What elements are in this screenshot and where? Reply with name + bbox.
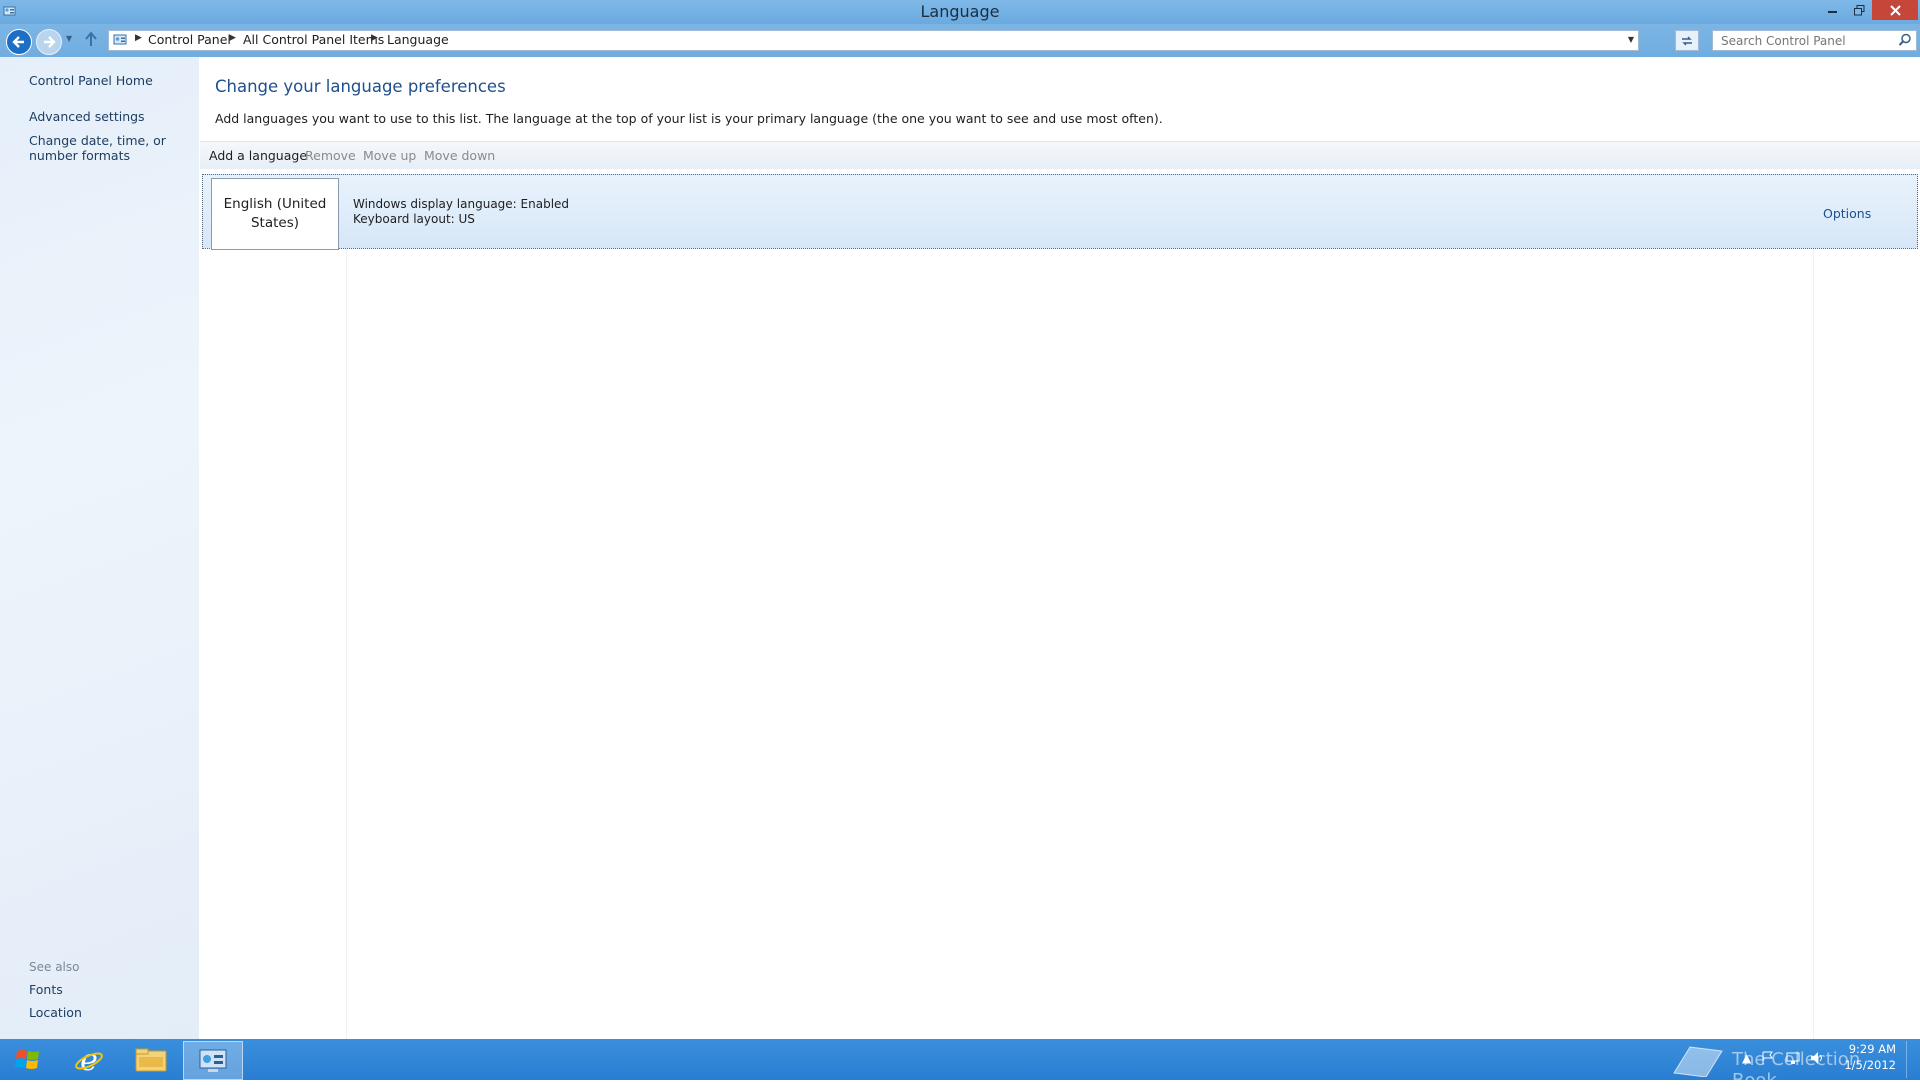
sidebar-item-control-panel-home[interactable]: Control Panel Home [29,73,153,88]
system-clock[interactable]: 9:29 AM 1/5/2012 [1826,1041,1896,1073]
breadcrumb-arrow-icon[interactable]: ▶ [371,33,378,43]
refresh-icon [1682,36,1692,45]
window-title: Language [920,2,1000,21]
sidebar-item-location[interactable]: Location [29,1005,82,1020]
language-name: English (United States) [223,196,327,231]
forward-button[interactable] [36,29,62,55]
book-icon [1673,1046,1723,1077]
show-desktop-button[interactable] [1906,1041,1919,1078]
network-icon[interactable] [1786,1051,1800,1065]
search-icon[interactable] [1898,33,1912,47]
refresh-button[interactable] [1675,30,1699,51]
language-toolbar: Add a language Remove Move up Move down [200,141,1920,169]
control-panel-icon [199,1049,227,1072]
back-arrow-icon [12,36,24,48]
breadcrumb-control-panel[interactable]: Control Panel [148,32,231,47]
chevron-down-icon[interactable]: ▼ [1628,35,1634,44]
breadcrumb-language[interactable]: Language [387,32,449,47]
taskbar-control-panel[interactable] [183,1041,243,1080]
remove-button[interactable]: Remove [305,148,356,163]
page-title: Change your language preferences [215,77,506,96]
taskbar-internet-explorer[interactable]: e [60,1041,118,1078]
search-box[interactable] [1712,30,1917,51]
up-arrow-icon [85,31,97,46]
language-tile[interactable]: English (United States) [211,178,339,250]
taskbar: e The Collection Book ▲ 9:29 AM 1/5/2012 [0,1039,1920,1091]
title-bar: Language [0,0,1920,24]
keyboard-layout: Keyboard layout: US [353,212,475,226]
move-up-button[interactable]: Move up [363,148,416,163]
svg-text:e: e [80,1045,98,1075]
column-divider [346,247,347,1039]
close-icon [1889,4,1901,16]
taskbar-file-explorer[interactable] [122,1041,180,1078]
navigation-bar: ▼ ▶ Control Panel ▶ All Control Panel It… [0,24,1920,57]
clock-date: 1/5/2012 [1844,1058,1896,1072]
minimize-button[interactable] [1820,0,1846,20]
control-panel-icon [113,34,127,45]
page-description: Add languages you want to use to this li… [215,111,1163,126]
back-button[interactable] [6,29,32,55]
see-also-heading: See also [29,960,80,974]
options-link[interactable]: Options [1823,206,1871,221]
volume-icon[interactable] [1810,1051,1824,1065]
move-down-button[interactable]: Move down [424,148,495,163]
display-language-status: Windows display language: Enabled [353,197,570,211]
sidebar-item-change-date-time-formats[interactable]: Change date, time, or number formats [29,133,194,163]
restore-icon [1853,4,1864,15]
sidebar-item-advanced-settings[interactable]: Advanced settings [29,109,145,124]
internet-explorer-icon: e [75,1045,103,1075]
main-content: Change your language preferences Add lan… [200,57,1920,1039]
add-language-button[interactable]: Add a language [209,148,307,163]
recent-locations-dropdown[interactable]: ▼ [66,34,72,43]
minimize-icon [1828,11,1837,13]
up-button[interactable] [84,31,98,51]
windows-logo-icon [15,1050,39,1069]
close-button[interactable] [1872,0,1918,20]
breadcrumb-arrow-icon[interactable]: ▶ [229,33,236,43]
sidebar-item-fonts[interactable]: Fonts [29,982,63,997]
start-button[interactable] [8,1043,48,1077]
breadcrumb-arrow-icon[interactable]: ▶ [135,33,142,43]
language-list-item[interactable]: English (United States) Windows display … [202,174,1918,250]
file-explorer-icon [135,1048,167,1071]
action-center-flag-icon[interactable] [1762,1051,1774,1065]
breadcrumb-all-control-panel-items[interactable]: All Control Panel Items [243,32,384,47]
clock-time: 9:29 AM [1848,1042,1896,1056]
column-divider [1813,247,1814,1039]
show-hidden-icons[interactable]: ▲ [1742,1051,1751,1065]
language-details: Windows display language: Enabled Keyboa… [353,197,569,227]
forward-arrow-icon [44,36,56,48]
restore-button[interactable] [1846,0,1872,20]
address-bar[interactable]: ▶ Control Panel ▶ All Control Panel Item… [108,30,1639,51]
search-input[interactable] [1713,31,1891,50]
left-navigation-pane: Control Panel Home Advanced settings Cha… [0,57,199,1039]
